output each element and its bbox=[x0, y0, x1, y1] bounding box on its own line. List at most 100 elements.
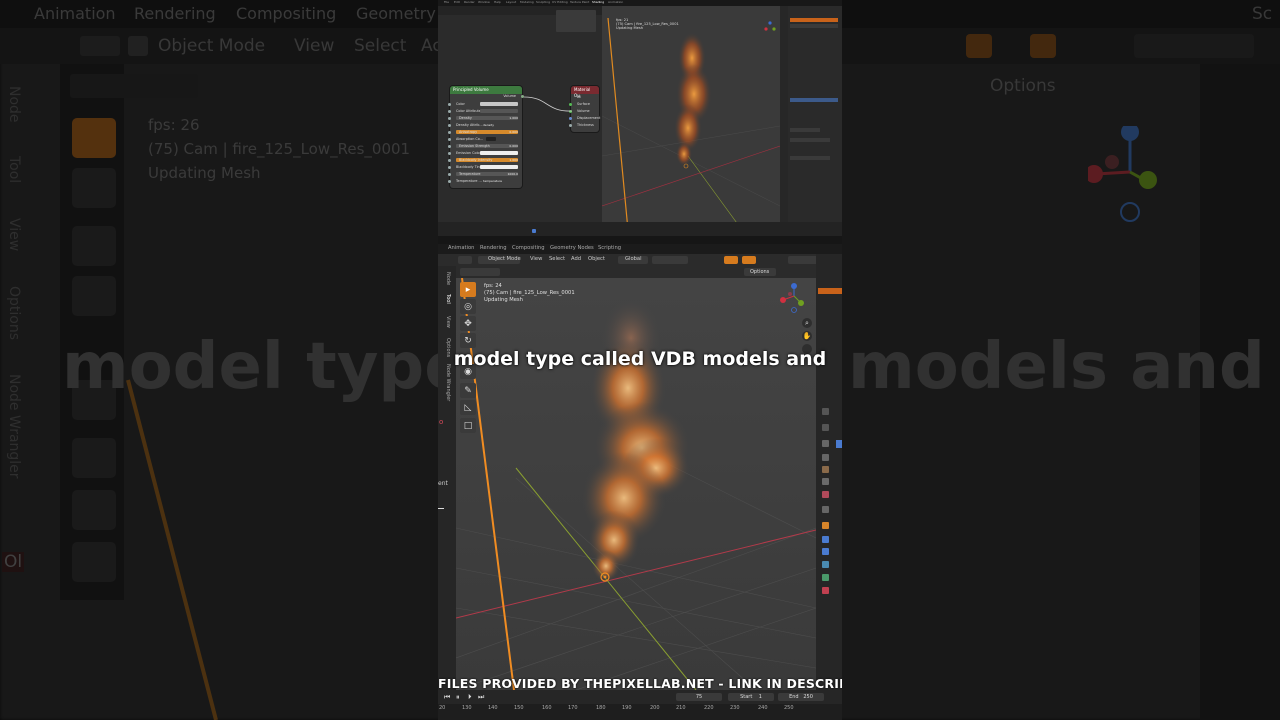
sidetab-view[interactable]: View bbox=[445, 316, 451, 328]
end-frame-label: End bbox=[789, 694, 799, 700]
node-link bbox=[523, 96, 573, 112]
3d-viewport[interactable] bbox=[455, 277, 817, 691]
props-output-icon[interactable] bbox=[822, 440, 829, 447]
menu-object[interactable]: Object bbox=[588, 256, 605, 262]
thumb-viewport-sidebar bbox=[780, 6, 788, 230]
thumb-properties-panel bbox=[788, 6, 842, 230]
play-icon[interactable]: ⏵ bbox=[468, 693, 472, 702]
sidebar-tabs bbox=[438, 266, 456, 690]
timeline-tick: 230 bbox=[730, 705, 740, 711]
left-edge-line bbox=[438, 508, 444, 509]
props-panel-edge bbox=[836, 440, 842, 448]
left-edge-text: ent bbox=[438, 480, 448, 487]
jump-end-icon[interactable]: ⏭ bbox=[478, 693, 484, 702]
navigation-axis-gizmo[interactable] bbox=[778, 282, 808, 314]
current-frame-field[interactable]: 75 bbox=[676, 693, 722, 701]
thumb-outliner-row bbox=[790, 24, 838, 28]
pan-hand-icon[interactable]: ✋ bbox=[802, 331, 812, 341]
pause-icon[interactable]: ⏸ bbox=[456, 693, 460, 702]
timeline-tick: 190 bbox=[622, 705, 632, 711]
end-frame-value: 250 bbox=[803, 694, 813, 700]
props-physics-icon[interactable] bbox=[822, 548, 829, 555]
props-view-layer-icon[interactable] bbox=[822, 454, 829, 461]
timeline-tick: 210 bbox=[676, 705, 686, 711]
thumb-axis-gizmo bbox=[764, 18, 776, 31]
thumb-viewport-scene bbox=[601, 17, 781, 231]
props-scene-icon[interactable] bbox=[822, 466, 829, 473]
properties-editor-strip bbox=[816, 254, 842, 690]
video-frame: File Edit Render Window Help Layout Mode… bbox=[438, 0, 842, 720]
timeline-tick: 140 bbox=[488, 705, 498, 711]
props-constraints-icon[interactable] bbox=[822, 561, 829, 568]
props-data-icon[interactable] bbox=[822, 574, 829, 581]
xray-toggle-icon[interactable] bbox=[742, 256, 756, 264]
props-material-icon[interactable] bbox=[822, 587, 829, 594]
thumb-props-row bbox=[790, 128, 820, 132]
props-render-icon[interactable] bbox=[822, 424, 829, 431]
tool-add-cube-icon[interactable]: □ bbox=[460, 418, 476, 433]
timeline-ruler[interactable] bbox=[438, 704, 842, 720]
thumb-viewport bbox=[601, 6, 781, 231]
timeline-tick: 180 bbox=[596, 705, 606, 711]
menu-select[interactable]: Select bbox=[549, 256, 565, 262]
options-label: Options bbox=[750, 269, 770, 275]
jump-start-icon[interactable]: ⏮ bbox=[444, 693, 450, 702]
menu-add[interactable]: Add bbox=[571, 256, 581, 262]
thumb-props-row bbox=[790, 138, 830, 142]
editor-type-icon[interactable] bbox=[458, 256, 472, 264]
timeline-tick: 150 bbox=[514, 705, 524, 711]
tool-rotate-icon[interactable]: ↻ bbox=[460, 333, 476, 348]
timeline-tick: 220 bbox=[704, 705, 714, 711]
tab-scripting[interactable]: Scripting bbox=[598, 245, 621, 251]
tool-select-icon[interactable]: ▸ bbox=[460, 282, 476, 297]
shading-modes[interactable] bbox=[788, 256, 818, 264]
tool-move-icon[interactable]: ✥ bbox=[460, 316, 476, 331]
props-collection-icon[interactable] bbox=[822, 491, 829, 498]
tab-geometry-nodes[interactable]: Geometry Nodes bbox=[550, 245, 594, 251]
snapping-controls[interactable] bbox=[652, 256, 688, 264]
start-frame-field[interactable]: Start 1 bbox=[728, 693, 774, 701]
mode-label: Object Mode bbox=[488, 256, 521, 262]
overlay-toggle-icon[interactable] bbox=[724, 256, 738, 264]
outliner-selected-row[interactable] bbox=[818, 288, 842, 294]
viewport-fps: fps: 24 bbox=[484, 283, 502, 289]
thumb-outliner-selected bbox=[790, 18, 838, 22]
sidetab-tool[interactable]: Tool bbox=[445, 294, 451, 304]
timeline-tick: 170 bbox=[568, 705, 578, 711]
tool-cursor-icon[interactable]: ◎ bbox=[460, 299, 476, 314]
start-frame-value: 1 bbox=[758, 694, 762, 700]
props-modifier-icon[interactable] bbox=[822, 522, 829, 529]
tab-animation[interactable]: Animation bbox=[448, 245, 474, 251]
props-world-icon[interactable] bbox=[822, 478, 829, 485]
tab-compositing[interactable]: Compositing bbox=[512, 245, 545, 251]
thumb-props-row bbox=[790, 156, 830, 160]
menu-view[interactable]: View bbox=[530, 256, 542, 262]
viewport-status: Updating Mesh bbox=[484, 297, 523, 303]
props-object-icon[interactable] bbox=[822, 506, 829, 513]
start-frame-label: Start bbox=[740, 694, 753, 700]
tool-measure-icon[interactable]: ◺ bbox=[460, 400, 476, 415]
gizmo-icons[interactable] bbox=[784, 268, 810, 276]
tab-rendering[interactable]: Rendering bbox=[480, 245, 507, 251]
props-tool-icon[interactable] bbox=[822, 408, 829, 415]
timeline-tick: 250 bbox=[784, 705, 794, 711]
thumb-props-material-slot bbox=[790, 98, 838, 102]
timeline-tick: 20 bbox=[439, 705, 446, 711]
timeline-tick: 160 bbox=[542, 705, 552, 711]
left-edge-mark: o bbox=[439, 418, 444, 426]
thumb-timeline bbox=[438, 222, 842, 236]
tool-annotate-icon[interactable]: ✎ bbox=[460, 383, 476, 398]
zoom-icon[interactable]: ⌕ bbox=[802, 318, 812, 328]
thumb-playhead bbox=[532, 229, 536, 233]
select-mode-buttons[interactable] bbox=[460, 268, 500, 276]
transform-orientation-label: Global bbox=[625, 256, 642, 262]
subtitle-caption: model type called VDB models and bbox=[453, 348, 827, 370]
props-particles-icon[interactable] bbox=[822, 536, 829, 543]
credits-banner: FILES PROVIDED BY THEPIXELLAB.NET - LINK… bbox=[438, 676, 842, 691]
end-frame-field[interactable]: End 250 bbox=[778, 693, 824, 701]
sidetab-node[interactable]: Node bbox=[445, 272, 451, 285]
viewport-camera-info: (75) Cam | fire_125_Low_Res_0001 bbox=[484, 290, 575, 296]
timeline-tick: 200 bbox=[650, 705, 660, 711]
viewport-scene bbox=[455, 277, 817, 691]
thumb-menu-animation: Animation bbox=[608, 0, 624, 4]
